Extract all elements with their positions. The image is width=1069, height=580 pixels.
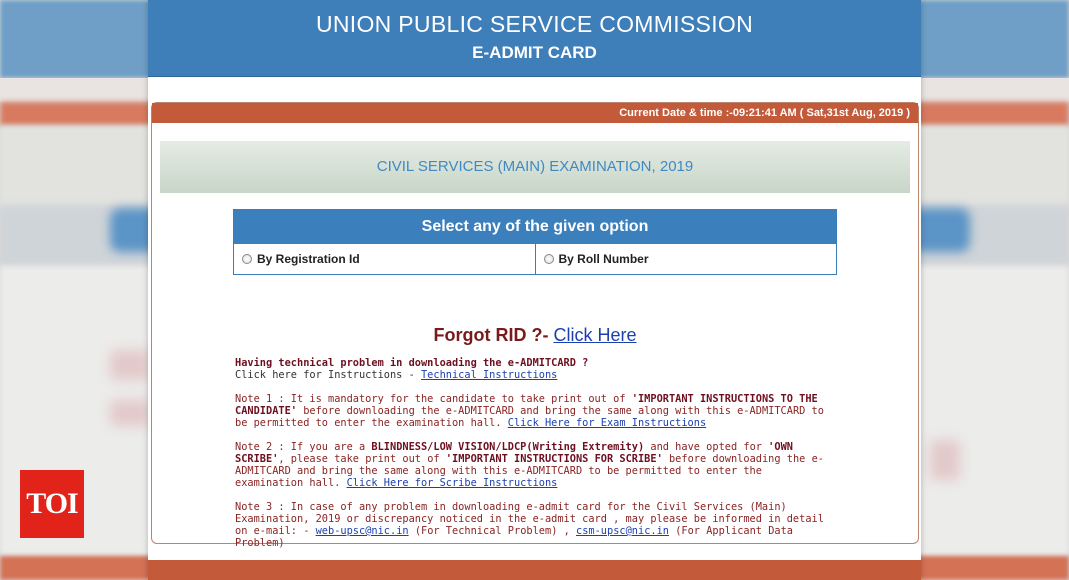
current-datetime-bar: Current Date & time :-09:21:41 AM ( Sat,…: [152, 103, 918, 123]
note-1: Note 1 : It is mandatory for the candida…: [235, 393, 835, 429]
option-row: By Registration Id By Roll Number: [234, 244, 836, 274]
radio-registration-id[interactable]: [242, 254, 252, 264]
note-3-text-b: (For Technical Problem) ,: [414, 525, 570, 537]
scribe-instructions-link[interactable]: Click Here for Scribe Instructions: [347, 477, 558, 489]
forgot-rid: Forgot RID ?- Click Here: [152, 325, 918, 346]
note-2-bold-instructions: 'IMPORTANT INSTRUCTIONS FOR SCRIBE': [445, 453, 663, 465]
technical-email-link[interactable]: web-upsc@nic.in: [316, 525, 409, 537]
note-2-text-a: Note 2 : If you are a: [235, 441, 366, 453]
exam-title-banner: CIVIL SERVICES (MAIN) EXAMINATION, 2019: [160, 141, 910, 193]
option-registration-id[interactable]: By Registration Id: [234, 244, 536, 274]
forgot-rid-link[interactable]: Click Here: [553, 325, 636, 345]
tech-help-text: Click here for Instructions -: [235, 369, 415, 381]
radio-roll-number[interactable]: [543, 254, 554, 264]
bg-ghost: [110, 400, 150, 426]
technical-instructions-link[interactable]: Technical Instructions: [421, 369, 557, 381]
bg-ghost: [930, 440, 960, 480]
note-2: Note 2 : If you are a BLINDNESS/LOW VISI…: [235, 441, 835, 489]
instructions-notes: Having technical problem in downloading …: [235, 357, 835, 561]
applicant-data-email-link[interactable]: csm-upsc@nic.in: [576, 525, 669, 537]
content-frame: Current Date & time :-09:21:41 AM ( Sat,…: [151, 102, 919, 549]
option-roll-number-label: By Roll Number: [558, 252, 649, 266]
admit-card-page: UNION PUBLIC SERVICE COMMISSION E-ADMIT …: [148, 0, 921, 580]
option-heading: Select any of the given option: [234, 210, 836, 244]
option-roll-number[interactable]: By Roll Number: [536, 244, 837, 274]
note-2-text-e: , please take print out of: [278, 453, 440, 465]
tech-help: Having technical problem in downloading …: [235, 357, 835, 381]
forgot-rid-label: Forgot RID ?-: [433, 325, 549, 345]
exam-instructions-link[interactable]: Click Here for Exam Instructions: [508, 417, 706, 429]
tech-help-heading: Having technical problem in downloading …: [235, 357, 589, 369]
bg-ghost: [110, 350, 150, 380]
note-2-bold-disability: BLINDNESS/LOW VISION/LDCP(Writing Extrem…: [371, 441, 645, 453]
header-title: UNION PUBLIC SERVICE COMMISSION: [315, 11, 753, 37]
footer-bar: [148, 560, 921, 580]
option-selector: Select any of the given option By Regist…: [233, 209, 837, 275]
toi-logo: TOI: [20, 470, 84, 538]
note-3: Note 3 : In case of any problem in downl…: [235, 501, 835, 549]
note-1-text-a: Note 1 : It is mandatory for the candida…: [235, 393, 626, 405]
page-header: UNION PUBLIC SERVICE COMMISSION E-ADMIT …: [148, 0, 921, 77]
option-registration-id-label: By Registration Id: [257, 252, 360, 266]
note-2-text-c: and have opted for: [650, 441, 762, 453]
header-subtitle: E-ADMIT CARD: [472, 43, 597, 62]
